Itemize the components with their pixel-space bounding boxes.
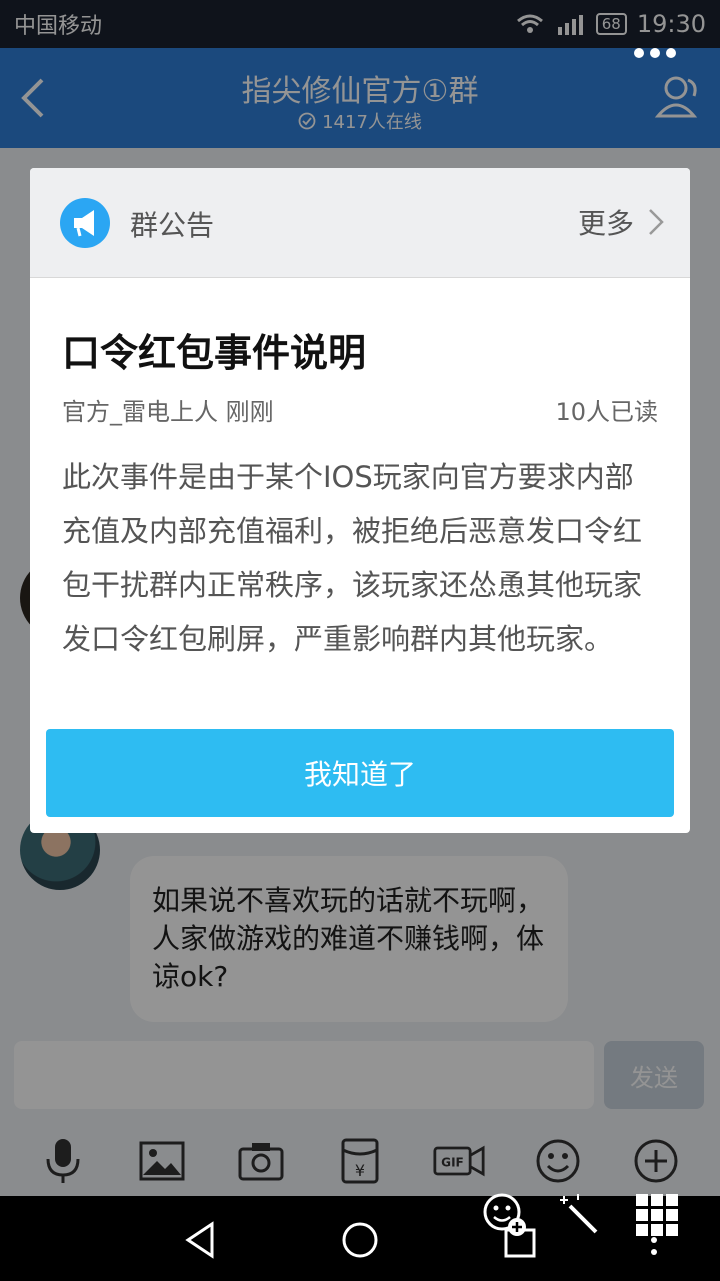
nav-home-icon[interactable]: [338, 1218, 382, 1262]
dialog-header-title: 群公告: [130, 209, 215, 242]
magic-wand-icon[interactable]: [556, 1192, 602, 1238]
notice-author-line: 官方_雷电上人 刚刚: [62, 392, 274, 427]
notice-author: 官方_雷电上人: [62, 398, 218, 426]
announcement-dialog: 群公告 更多 口令红包事件说明 官方_雷电上人 刚刚 10人已读 此次事件是由于…: [30, 168, 690, 833]
more-label: 更多: [577, 207, 634, 240]
more-options-icon[interactable]: [632, 44, 678, 62]
sticker-add-icon[interactable]: [482, 1192, 528, 1238]
more-link[interactable]: 更多: [578, 202, 664, 242]
notice-time: 刚刚: [225, 398, 274, 426]
nav-back-icon[interactable]: [178, 1218, 222, 1262]
dialog-header: 群公告 更多: [30, 168, 690, 278]
system-nav-bar: [0, 1196, 720, 1281]
read-count[interactable]: 10人已读: [555, 392, 658, 427]
megaphone-icon: [60, 198, 110, 248]
acknowledge-button[interactable]: 我知道了: [46, 729, 674, 817]
notice-meta: 官方_雷电上人 刚刚 10人已读: [62, 392, 658, 427]
grid-icon[interactable]: [634, 1192, 680, 1238]
chevron-right-icon: [649, 209, 664, 235]
notice-title: 口令红包事件说明: [62, 331, 367, 375]
notice-body: 此次事件是由于某个IOS玩家向官方要求内部充值及内部充值福利，被拒绝后恶意发口令…: [62, 460, 643, 656]
